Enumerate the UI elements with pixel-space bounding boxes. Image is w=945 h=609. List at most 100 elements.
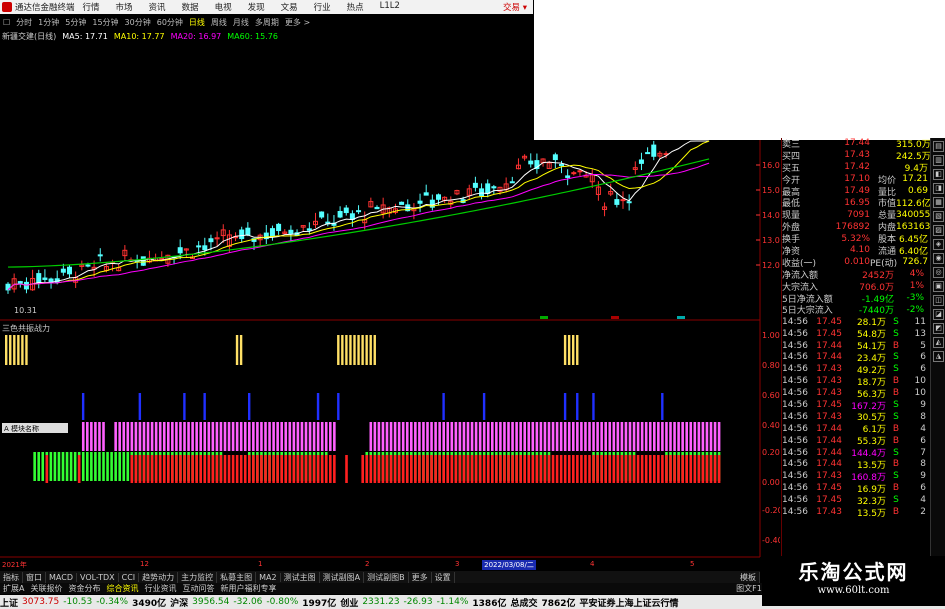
indicator-tab[interactable]: 主力监控 — [178, 571, 218, 583]
indicator-tab[interactable]: 设置 — [432, 571, 455, 583]
quote-value2: 0.69 — [907, 186, 928, 196]
magenta-bar — [389, 422, 393, 451]
red-bar — [146, 455, 150, 483]
extension-tab[interactable]: 关联报价 — [27, 583, 65, 594]
indicator-tab[interactable]: 私募主图 — [217, 571, 257, 583]
magenta-bar — [154, 422, 158, 451]
indicator-tab[interactable]: 趋势动力 — [139, 571, 179, 583]
indicator-tab[interactable]: CCI — [119, 572, 140, 582]
extension-tab[interactable]: 互动问答 — [179, 583, 217, 594]
red-bar — [333, 455, 336, 483]
magenta-bar — [333, 422, 336, 451]
magenta-bar — [284, 422, 288, 451]
red-bar — [264, 455, 267, 483]
candle-body — [620, 199, 626, 202]
indicator-tab[interactable]: VOL-TDX — [77, 572, 119, 582]
status-item: 3073.75 — [22, 597, 60, 607]
magenta-bar — [657, 422, 660, 451]
sidebar-tool-icon[interactable]: ▨ — [933, 225, 944, 236]
extension-tab[interactable]: 资金分布 — [65, 583, 103, 594]
candle-body — [337, 210, 343, 218]
red-bar — [77, 455, 81, 483]
date-label: 12 — [140, 560, 149, 568]
indicator-tab[interactable]: 更多 — [409, 571, 432, 583]
candle-body — [239, 229, 245, 240]
red-bar — [239, 455, 243, 483]
sidebar-tool-icon[interactable]: ◫ — [933, 295, 944, 306]
sidebar-tool-icon[interactable]: ◎ — [933, 267, 944, 278]
sidebar-tool-icon[interactable]: ◈ — [933, 239, 944, 250]
red-bar — [491, 455, 494, 483]
sidebar-tool-icon[interactable]: ◨ — [933, 183, 944, 194]
magenta-bar — [701, 422, 705, 451]
watermark-title: 乐淘公式网 — [798, 560, 909, 584]
red-bar — [199, 455, 202, 483]
red-bar — [430, 455, 433, 483]
red-bar — [657, 455, 660, 483]
sidebar-tool-icon[interactable]: ◭ — [933, 337, 944, 348]
quote-value2: 340055 — [896, 209, 931, 220]
red-bar — [697, 455, 701, 483]
sidebar-tool-icon[interactable]: ▣ — [933, 281, 944, 292]
sidebar-tool-icon[interactable]: ▦ — [933, 197, 944, 208]
magenta-bar — [215, 422, 219, 451]
red-bar — [701, 455, 705, 483]
extension-tab[interactable]: 新用户福利专享 — [217, 583, 279, 594]
indicator-tab[interactable]: 测试副图B — [364, 571, 409, 583]
magenta-bar — [90, 422, 93, 451]
kline-chart[interactable]: 16.00 15.00 14.00 13.00 12.00 10.31 1.00 0.80 0.… — [0, 0, 780, 560]
indicator-tab[interactable]: 指标 — [0, 571, 23, 583]
blue-bar — [563, 393, 567, 420]
sidebar-tool-icon[interactable]: ◉ — [933, 253, 944, 264]
sidebar-tool-icon[interactable]: ▥ — [933, 155, 944, 166]
red-bar — [227, 455, 231, 483]
red-bar — [547, 455, 551, 483]
tick-count: 6 — [920, 435, 926, 446]
fund-flow: 净流入额 2452万 4% 大宗流入 706.0万 1% 5日净流入额 -1.49亿 -3% 5日… — [782, 269, 929, 316]
magenta-bar — [324, 422, 328, 451]
magenta-bar — [438, 422, 441, 451]
magenta-bar — [381, 422, 385, 451]
extension-tab[interactable]: 扩展A — [0, 583, 27, 594]
signal-marker — [677, 316, 685, 319]
magenta-bar — [661, 422, 664, 451]
date-label: 3 — [455, 560, 460, 568]
magenta-bar — [256, 422, 259, 451]
indicator-tab[interactable]: MACD — [46, 572, 77, 582]
sidebar-tool-icon[interactable]: ▤ — [933, 141, 944, 152]
red-bar — [600, 455, 603, 483]
status-item: 7862亿 — [541, 598, 576, 609]
sidebar-tool-icon[interactable]: ◧ — [933, 169, 944, 180]
sidebar-tool-icon[interactable]: ◮ — [933, 351, 944, 362]
template-tab[interactable]: 模板 — [737, 571, 760, 583]
sidebar-tool-icon[interactable]: ◩ — [933, 323, 944, 334]
indicator-tab[interactable]: 测试主图 — [281, 571, 320, 583]
magenta-bar — [527, 422, 531, 451]
indicator-tick: 0.00 — [762, 478, 780, 487]
sidebar-tool-icon[interactable]: ▧ — [933, 211, 944, 222]
magenta-bar — [414, 422, 417, 451]
magenta-bar — [640, 422, 644, 451]
sidebar-tool-icon[interactable]: ◪ — [933, 309, 944, 320]
indicator-title: 三色共振战力 — [2, 324, 50, 333]
magenta-bar — [203, 422, 207, 451]
status-item: -1.14% — [436, 597, 469, 607]
indicator-tab[interactable]: 测试副图A — [320, 571, 365, 583]
red-bar — [397, 455, 401, 483]
magenta-bar — [555, 422, 559, 451]
extension-tab[interactable]: 行业资讯 — [141, 583, 179, 594]
extension-tab[interactable]: 综合资讯 — [103, 583, 141, 594]
magenta-bar — [705, 422, 709, 451]
red-bar — [592, 455, 595, 483]
red-bar — [555, 455, 559, 483]
tick-side: S — [893, 411, 899, 422]
tick-side: S — [893, 495, 899, 506]
tick-side: B — [892, 435, 900, 446]
tick-count: 4 — [920, 423, 926, 434]
magenta-bar — [268, 422, 271, 451]
indicator-tab[interactable]: MA2 — [256, 572, 281, 582]
indicator-tab[interactable]: 窗口 — [23, 571, 46, 583]
green-bar — [57, 452, 61, 481]
yellow-bar — [365, 335, 368, 365]
magenta-bar — [628, 422, 632, 451]
